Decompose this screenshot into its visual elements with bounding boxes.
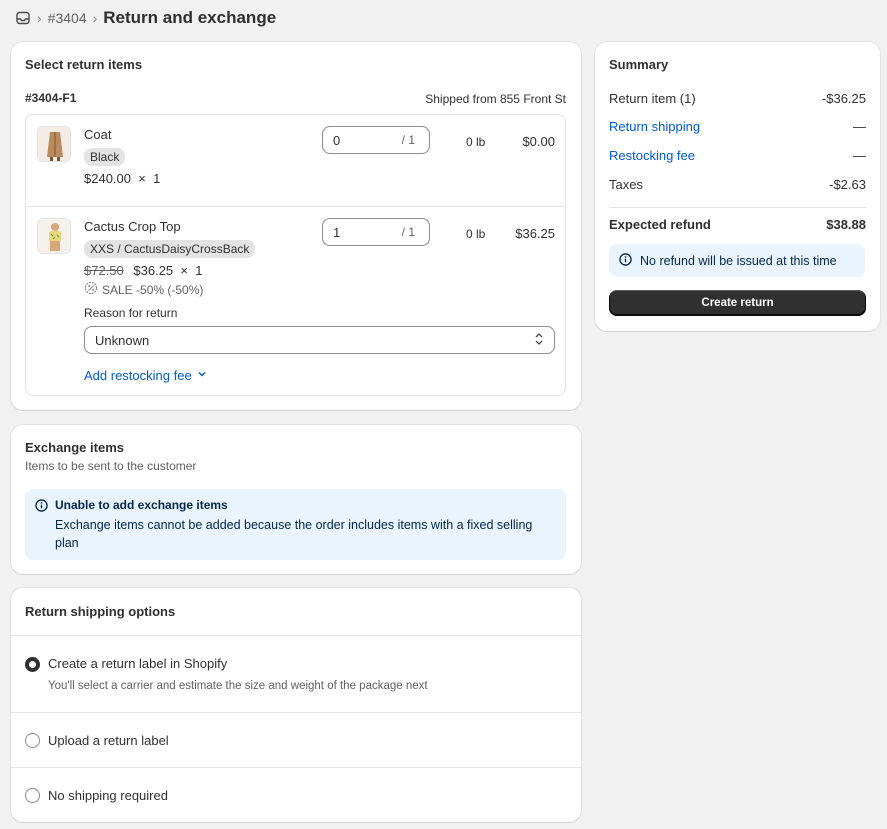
- radio-button[interactable]: [25, 788, 40, 803]
- restocking-link-label[interactable]: Add restocking fee: [84, 368, 192, 383]
- radio-button[interactable]: [25, 657, 40, 672]
- summary-label: Expected refund: [609, 217, 711, 232]
- option-help-text: You'll select a carrier and estimate the…: [48, 680, 428, 692]
- product-thumbnail: [37, 218, 71, 254]
- item-weight: 0 lb: [466, 135, 486, 149]
- summary-row-return-item: Return item (1) -$36.25: [609, 91, 866, 106]
- fulfillment-id: #3404-F1: [25, 91, 77, 105]
- create-return-button[interactable]: Create return: [609, 290, 866, 316]
- reason-select[interactable]: Unknown: [84, 326, 555, 354]
- chevron-right-icon: ›: [92, 10, 98, 26]
- refund-info-banner: No refund will be issued at this time: [609, 244, 865, 277]
- item-quantity: 1: [153, 171, 161, 186]
- shipping-option[interactable]: No shipping required: [11, 767, 581, 822]
- variant-badge: Black: [84, 148, 126, 166]
- banner-text: Exchange items cannot be added because t…: [55, 518, 533, 550]
- line-item: Coat Black $240.00 × 1 0 / 1 0 lb $0.00: [26, 115, 565, 207]
- line-item: Cactus Crop Top XXS / CactusDaisyCrossBa…: [26, 207, 565, 395]
- quantity-value[interactable]: 1: [333, 225, 402, 240]
- item-weight: 0 lb: [466, 227, 486, 241]
- price-line: $72.50 $36.25 × 1: [84, 263, 202, 278]
- discount-line: SALE -50% (-50%): [84, 281, 203, 298]
- card-title: Return shipping options: [25, 604, 176, 619]
- add-restocking-fee-link[interactable]: Add restocking fee: [84, 368, 208, 383]
- times-sign: ×: [180, 263, 188, 278]
- summary-value: —: [853, 119, 866, 134]
- line-total: $36.25: [515, 226, 555, 241]
- option-label[interactable]: No shipping required: [48, 788, 168, 803]
- discount-text: SALE -50% (-50%): [102, 282, 204, 297]
- banner-text: No refund will be issued at this time: [640, 253, 837, 268]
- quantity-value[interactable]: 0: [333, 133, 402, 148]
- breadcrumb-order-link[interactable]: #3404: [48, 10, 87, 26]
- summary-label: Return item (1): [609, 91, 696, 106]
- chevron-down-icon: [196, 368, 208, 383]
- item-quantity: 1: [195, 263, 203, 278]
- unit-price: $36.25: [133, 263, 174, 278]
- summary-value: -$36.25: [821, 91, 866, 106]
- variant-badge: XXS / CactusDaisyCrossBack: [84, 240, 256, 258]
- option-label[interactable]: Create a return label in Shopify: [48, 656, 227, 671]
- summary-value: —: [853, 148, 866, 163]
- option-label[interactable]: Upload a return label: [48, 733, 169, 748]
- summary-label: Taxes: [609, 177, 643, 192]
- card-title: Select return items: [25, 57, 143, 72]
- shipping-option[interactable]: Create a return label in Shopify You'll …: [11, 635, 581, 712]
- banner-title: Unable to add exchange items: [55, 498, 228, 512]
- shipped-from-text: Shipped from 855 Front St: [425, 92, 566, 106]
- line-total: $0.00: [522, 134, 555, 149]
- discount-icon: [84, 281, 98, 298]
- times-sign: ×: [138, 171, 146, 186]
- summary-card: Summary Return item (1) -$36.25 Return s…: [595, 42, 880, 331]
- select-return-items-card: Select return items #3404-F1 Shipped fro…: [11, 42, 581, 410]
- original-price: $72.50: [84, 263, 124, 278]
- restocking-fee-link[interactable]: Restocking fee: [609, 148, 695, 163]
- return-shipping-link[interactable]: Return shipping: [609, 119, 700, 134]
- summary-row-return-shipping: Return shipping —: [609, 119, 866, 134]
- card-title: Exchange items: [25, 440, 124, 455]
- info-icon: [619, 252, 632, 269]
- inbox-icon[interactable]: [15, 10, 31, 26]
- quantity-max: / 1: [401, 225, 415, 239]
- info-banner: Unable to add exchange items Exchange it…: [25, 489, 566, 560]
- card-title: Summary: [609, 57, 669, 72]
- chevron-right-icon: ›: [37, 10, 42, 26]
- info-icon: [35, 499, 48, 515]
- reason-value: Unknown: [95, 332, 150, 348]
- summary-row-restocking-fee: Restocking fee —: [609, 148, 866, 163]
- line-items-list: Coat Black $240.00 × 1 0 / 1 0 lb $0.00 …: [25, 114, 566, 396]
- breadcrumb: › #3404 › Return and exchange: [15, 6, 276, 30]
- summary-value: $38.88: [826, 217, 866, 232]
- item-name: Cactus Crop Top: [84, 219, 181, 234]
- return-shipping-options-card: Return shipping options Create a return …: [11, 588, 581, 822]
- page-title: Return and exchange: [103, 8, 277, 27]
- unit-price: $240.00: [84, 171, 131, 186]
- select-arrows-icon: [534, 332, 544, 349]
- price-line: $240.00 × 1: [84, 171, 160, 186]
- radio-button[interactable]: [25, 733, 40, 748]
- return-quantity-input[interactable]: 1 / 1: [322, 218, 430, 246]
- summary-row-expected-refund: Expected refund $38.88: [609, 217, 866, 232]
- shipping-option[interactable]: Upload a return label: [11, 712, 581, 767]
- card-subtitle: Items to be sent to the customer: [25, 459, 197, 473]
- summary-value: -$2.63: [829, 177, 866, 192]
- return-quantity-input[interactable]: 0 / 1: [322, 126, 430, 154]
- divider: [609, 207, 866, 208]
- quantity-max: / 1: [401, 133, 415, 147]
- summary-row-taxes: Taxes -$2.63: [609, 177, 866, 192]
- exchange-items-card: Exchange items Items to be sent to the c…: [11, 425, 581, 574]
- product-thumbnail: [37, 126, 71, 162]
- reason-label: Reason for return: [84, 306, 178, 320]
- item-name: Coat: [84, 127, 112, 142]
